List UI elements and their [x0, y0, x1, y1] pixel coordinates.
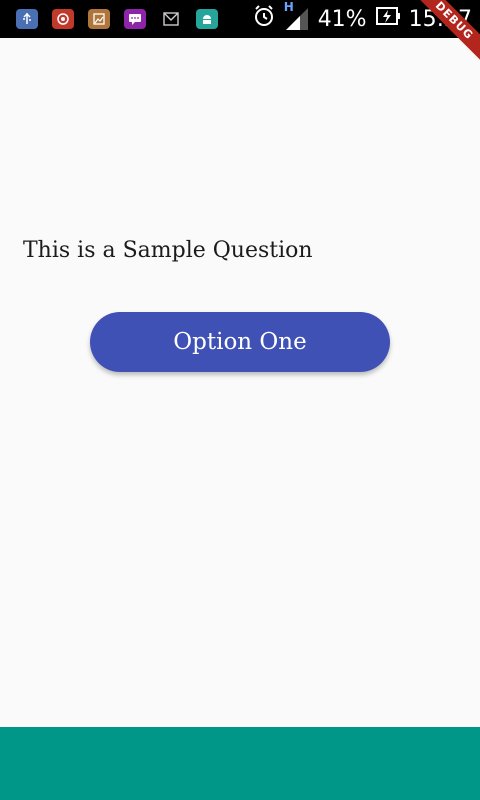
battery-icon [375, 5, 401, 33]
option-one-button[interactable]: Option One [90, 312, 390, 372]
mail-icon [160, 9, 182, 29]
main-content: This is a Sample Question Option One [0, 38, 480, 727]
record-icon [52, 9, 74, 29]
status-bar: H 41% 15:27 [0, 0, 480, 38]
network-type-label: H [283, 0, 294, 14]
android-icon [196, 9, 218, 29]
usb-icon [16, 9, 38, 29]
question-text: This is a Sample Question [23, 238, 313, 263]
option-one-label: Option One [173, 329, 307, 355]
signal-icon: H [284, 0, 310, 32]
gallery-icon [88, 9, 110, 29]
notification-icons [16, 9, 218, 29]
battery-percent: 41% [317, 6, 367, 32]
bottom-bar [0, 727, 480, 800]
alarm-icon [252, 4, 276, 34]
message-icon [124, 9, 146, 29]
